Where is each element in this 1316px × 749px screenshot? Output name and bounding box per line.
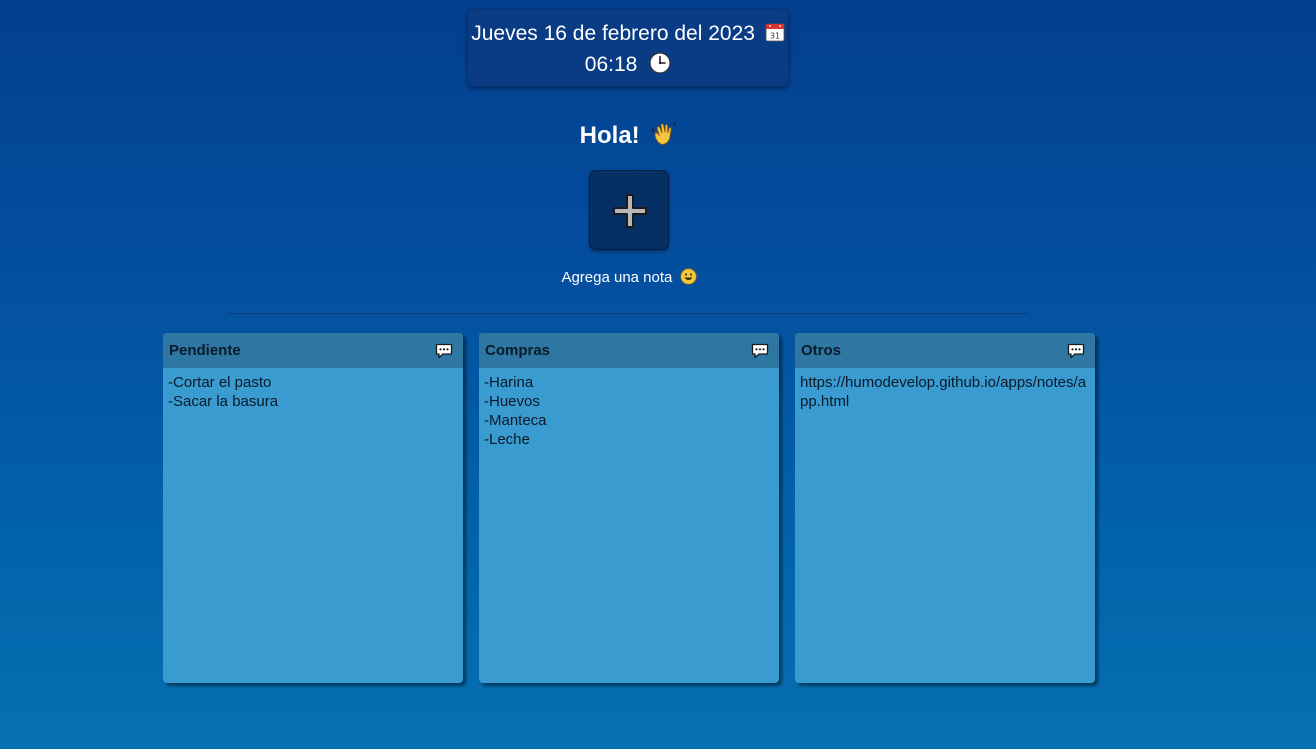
datetime-card: Jueves 16 de febrero del 2023 31 06:18 — [467, 9, 789, 87]
note-header: Pendiente — [163, 333, 463, 368]
note-title: Otros — [801, 342, 842, 359]
note-header: Otros — [795, 333, 1095, 368]
note-card-otros[interactable]: Otros https://humodevelop.github.io/apps… — [795, 333, 1095, 683]
waving-hand-icon — [652, 122, 677, 145]
time-line: 06:18 — [468, 52, 788, 78]
divider — [228, 313, 1028, 314]
note-body[interactable]: -Harina -Huevos -Manteca -Leche — [479, 368, 779, 449]
date-text: Jueves 16 de febrero del 2023 — [471, 22, 755, 45]
note-link[interactable]: https://humodevelop.github.io/apps/notes… — [800, 373, 1090, 411]
greeting: Hola! — [0, 120, 1258, 151]
note-line: -Harina — [484, 374, 534, 391]
greeting-text: Hola! — [579, 122, 640, 149]
clock-icon — [649, 52, 671, 74]
add-note-label-text: Agrega una nota — [561, 269, 673, 286]
note-line: -Manteca — [484, 412, 547, 429]
note-body[interactable]: -Cortar el pasto -Sacar la basura — [163, 368, 463, 411]
calendar-icon: 31 — [765, 23, 785, 42]
note-title: Compras — [485, 342, 551, 359]
speech-bubble-icon[interactable] — [751, 343, 769, 359]
note-line: -Cortar el pasto — [168, 374, 272, 391]
note-line: -Leche — [484, 431, 530, 448]
note-header: Compras — [479, 333, 779, 368]
svg-text:31: 31 — [770, 32, 780, 41]
date-line: Jueves 16 de febrero del 2023 31 — [468, 21, 788, 47]
note-card-pendiente[interactable]: Pendiente -Cortar el pasto -Sacar la bas… — [163, 333, 463, 683]
plus-icon — [613, 194, 647, 228]
note-line: -Sacar la basura — [168, 393, 279, 410]
smiley-icon — [679, 268, 697, 285]
time-text: 06:18 — [584, 53, 638, 76]
speech-bubble-icon[interactable] — [435, 343, 453, 359]
add-note-label: Agrega una nota — [0, 268, 1258, 288]
note-card-compras[interactable]: Compras -Harina -Huevos -Manteca -Leche — [479, 333, 779, 683]
note-body[interactable]: https://humodevelop.github.io/apps/notes… — [795, 368, 1095, 411]
note-title: Pendiente — [169, 342, 241, 359]
add-note-button[interactable] — [589, 170, 669, 250]
note-line: -Huevos — [484, 393, 540, 410]
speech-bubble-icon[interactable] — [1067, 343, 1085, 359]
